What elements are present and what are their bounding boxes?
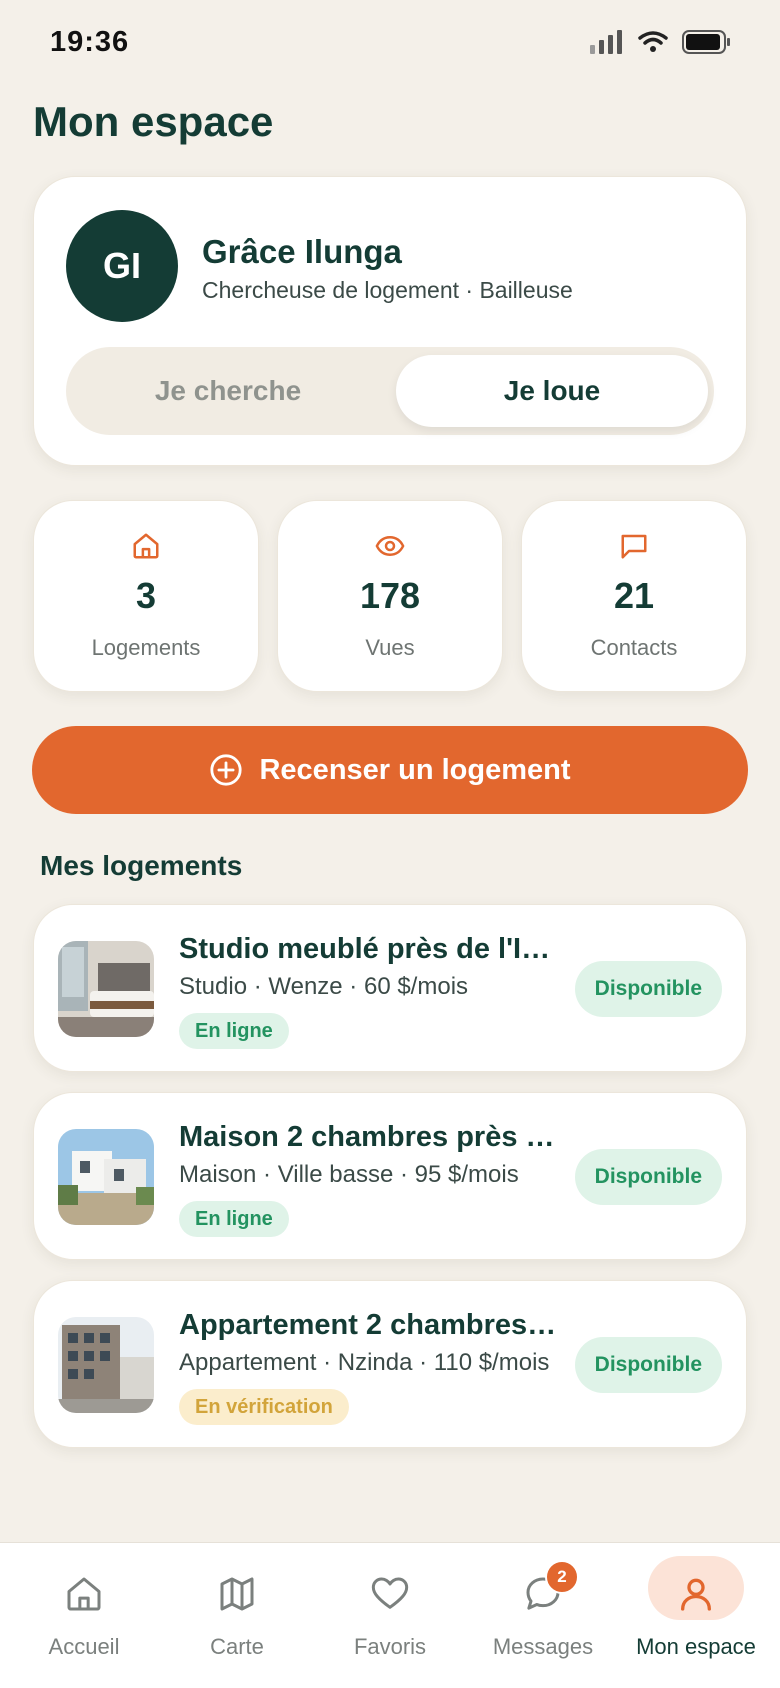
nav-label: Carte bbox=[210, 1634, 264, 1659]
nav-label: Favoris bbox=[353, 1634, 427, 1659]
listing-title: Appartement 2 chambres ... bbox=[179, 1309, 559, 1341]
status-icons bbox=[590, 30, 732, 54]
status-time: 19:36 bbox=[50, 26, 130, 58]
status-badge: Disponible bbox=[574, 1149, 722, 1205]
listing-card[interactable]: Studio meublé près de l'IS... Studio · W… bbox=[33, 904, 747, 1072]
listing-thumbnail bbox=[58, 941, 154, 1037]
stat-label: Logements bbox=[91, 635, 201, 660]
signal-icon bbox=[590, 30, 622, 54]
stat-value: 3 bbox=[135, 575, 157, 616]
home-icon bbox=[67, 1577, 101, 1611]
profile-name: Grâce Ilunga bbox=[202, 233, 402, 270]
nav-item-messages[interactable]: 2 Messages bbox=[473, 1560, 613, 1670]
nav-label: Mon espace bbox=[636, 1634, 756, 1659]
nav-item-carte[interactable]: Carte bbox=[167, 1560, 307, 1670]
listing-tag: En ligne bbox=[179, 1013, 289, 1049]
stat-label: Contacts bbox=[590, 635, 678, 660]
nav-item-accueil[interactable]: Accueil bbox=[14, 1560, 154, 1670]
mode-search-button[interactable]: Je cherche bbox=[72, 355, 384, 427]
listing-subtitle: Studio · Wenze · 60 $/mois bbox=[179, 973, 469, 1000]
eye-icon bbox=[375, 536, 405, 556]
plus-circle-icon bbox=[210, 754, 243, 786]
mode-rent-button[interactable]: Je loue bbox=[396, 355, 708, 427]
wifi-icon bbox=[638, 31, 668, 52]
heart-icon bbox=[371, 1577, 409, 1609]
listing-tag: En vérification bbox=[179, 1389, 349, 1425]
listing-subtitle: Appartement · Nzinda · 110 $/mois bbox=[179, 1349, 550, 1376]
listing-title: Maison 2 chambres près d... bbox=[179, 1121, 559, 1153]
stat-card-vues[interactable]: 178 Vues bbox=[277, 500, 503, 692]
stat-card-contacts[interactable]: 21 Contacts bbox=[521, 500, 747, 692]
add-listing-button[interactable]: Recenser un logement bbox=[32, 726, 748, 814]
map-icon bbox=[220, 1577, 254, 1611]
listing-tag: En ligne bbox=[179, 1201, 289, 1237]
stat-card-logements[interactable]: 3 Logements bbox=[33, 500, 259, 692]
add-listing-label: Recenser un logement bbox=[259, 753, 571, 786]
battery-icon bbox=[682, 30, 730, 54]
profile-role: Chercheuse de logement · Bailleuse bbox=[202, 277, 573, 303]
listing-card[interactable]: Maison 2 chambres près d... Maison · Vil… bbox=[33, 1092, 747, 1260]
house-icon bbox=[133, 533, 159, 559]
listing-thumbnail bbox=[58, 1317, 154, 1413]
profile-card: GI Grâce Ilunga Chercheuse de logement ·… bbox=[33, 176, 747, 466]
avatar: GI bbox=[66, 210, 178, 322]
nav-item-mon-espace[interactable]: Mon espace bbox=[626, 1560, 766, 1670]
stat-value: 178 bbox=[359, 575, 421, 616]
status-badge: Disponible bbox=[574, 1337, 722, 1393]
listing-title: Studio meublé près de l'IS... bbox=[179, 933, 559, 965]
listing-card[interactable]: Appartement 2 chambres ... Appartement ·… bbox=[33, 1280, 747, 1448]
status-badge: Disponible bbox=[574, 961, 722, 1017]
section-title: Mes logements bbox=[40, 850, 243, 881]
nav-label: Messages bbox=[492, 1634, 594, 1659]
message-icon bbox=[621, 534, 647, 559]
stat-value: 21 bbox=[613, 575, 655, 616]
user-icon bbox=[681, 1578, 711, 1611]
nav-item-favoris[interactable]: Favoris bbox=[320, 1560, 460, 1670]
page-title: Mon espace bbox=[33, 98, 274, 145]
status-bar: 19:36 bbox=[0, 0, 780, 90]
mode-segmented-control: Je cherche Je loue bbox=[66, 347, 714, 435]
listing-thumbnail bbox=[58, 1129, 154, 1225]
listing-subtitle: Maison · Ville basse · 95 $/mois bbox=[179, 1161, 519, 1188]
unread-badge: 2 bbox=[545, 1560, 579, 1594]
nav-label: Accueil bbox=[48, 1634, 120, 1659]
stat-label: Vues bbox=[365, 635, 415, 660]
